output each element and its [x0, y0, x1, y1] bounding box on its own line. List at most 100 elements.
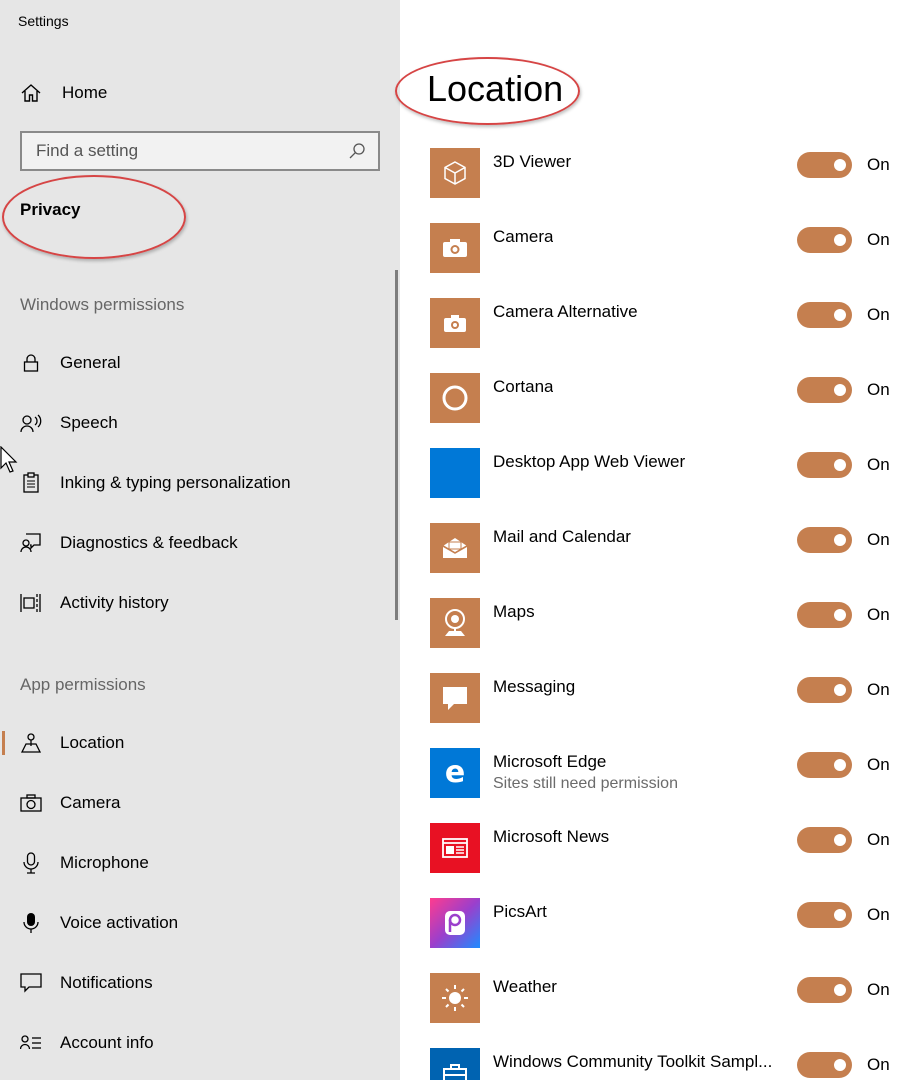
location-toggle[interactable] — [797, 377, 852, 403]
toggle-knob — [834, 759, 846, 771]
sidebar-item-label: Diagnostics & feedback — [60, 533, 238, 552]
app-name: Weather — [493, 977, 557, 996]
sidebar-item-diagnostics[interactable]: Diagnostics & feedback — [0, 523, 395, 563]
cortana-icon — [430, 373, 480, 423]
activity-icon — [20, 592, 42, 614]
windows-permissions-header: Windows permissions — [20, 295, 185, 314]
sidebar-item-voice-activation[interactable]: Voice activation — [0, 903, 395, 943]
sidebar-item-microphone[interactable]: Microphone — [0, 843, 395, 883]
sidebar-scrollbar[interactable] — [395, 270, 398, 620]
toggle-knob — [834, 534, 846, 546]
sidebar-item-label: Activity history — [60, 593, 169, 612]
sidebar-item-account-info[interactable]: Account info — [0, 1023, 395, 1063]
app-name: Camera — [493, 227, 554, 246]
toggle-state-label: On — [867, 380, 890, 399]
app-name: 3D Viewer — [493, 152, 572, 171]
home-icon — [21, 84, 41, 102]
camera-icon — [430, 223, 480, 273]
toggle-state-label: On — [867, 905, 890, 924]
3d-viewer-icon — [430, 148, 480, 198]
page-title: Location — [427, 68, 564, 109]
app-row-microsoft-edge: e Microsoft Edge Sites still need permis… — [430, 748, 900, 798]
edge-icon: e — [430, 748, 480, 798]
location-toggle[interactable] — [797, 527, 852, 553]
location-toggle[interactable] — [797, 902, 852, 928]
app-row-maps: Maps On — [430, 598, 900, 648]
toggle-state-label: On — [867, 830, 890, 849]
sidebar-item-activity-history[interactable]: Activity history — [0, 583, 395, 623]
app-name: Microsoft Edge — [493, 752, 607, 771]
clipboard-icon — [20, 472, 42, 494]
window-title: Settings — [18, 13, 69, 29]
location-icon — [20, 732, 42, 754]
location-toggle[interactable] — [797, 152, 852, 178]
home-nav-item[interactable]: Home — [20, 80, 107, 106]
app-subtitle: Sites still need permission — [493, 775, 678, 792]
search-box[interactable] — [20, 131, 380, 171]
home-label: Home — [62, 83, 108, 102]
search-icon[interactable] — [348, 142, 366, 160]
sidebar-item-notifications[interactable]: Notifications — [0, 963, 395, 1003]
sidebar-item-label: Account info — [60, 1033, 154, 1052]
sidebar-item-label: Voice activation — [60, 913, 179, 932]
toggle-knob — [834, 834, 846, 846]
sidebar-item-camera[interactable]: Camera — [0, 783, 395, 823]
toggle-state-label: On — [867, 605, 890, 624]
lock-icon — [20, 352, 42, 374]
toggle-state-label: On — [867, 455, 890, 474]
location-toggle[interactable] — [797, 752, 852, 778]
voice-activation-icon — [20, 912, 42, 934]
app-name: Windows Community Toolkit Sampl... — [493, 1052, 773, 1071]
picsart-icon — [430, 898, 480, 948]
app-row-camera-alternative: Camera Alternative On — [430, 298, 900, 348]
account-info-icon — [20, 1032, 42, 1054]
toggle-state-label: On — [867, 980, 890, 999]
sidebar-item-label: Camera — [60, 793, 121, 812]
speech-icon — [20, 412, 42, 434]
notifications-icon — [20, 972, 42, 994]
sidebar-item-inking-typing[interactable]: Inking & typing personalization — [0, 463, 395, 503]
sidebar-item-label: Microphone — [60, 853, 149, 872]
app-name: Microsoft News — [493, 827, 610, 846]
app-row-microsoft-news: Microsoft News On — [430, 823, 900, 873]
toolkit-icon — [430, 1048, 480, 1080]
sidebar-item-general[interactable]: General — [0, 343, 395, 383]
location-toggle[interactable] — [797, 677, 852, 703]
toggle-knob — [834, 909, 846, 921]
toggle-knob — [834, 459, 846, 471]
app-row-messaging: Messaging On — [430, 673, 900, 723]
app-row-cortana: Cortana On — [430, 373, 900, 423]
camera-icon — [20, 792, 42, 814]
location-toggle[interactable] — [797, 302, 852, 328]
toggle-knob — [834, 309, 846, 321]
app-row-mail-and-calendar: Mail and Calendar On — [430, 523, 900, 573]
app-row-picsart: PicsArt On — [430, 898, 900, 948]
app-name: Camera Alternative — [493, 302, 638, 321]
microphone-icon — [20, 852, 42, 874]
location-toggle[interactable] — [797, 227, 852, 253]
sidebar-item-speech[interactable]: Speech — [0, 403, 395, 443]
app-name: Mail and Calendar — [493, 527, 631, 546]
toggle-state-label: On — [867, 680, 890, 699]
toggle-knob — [834, 384, 846, 396]
app-name: Maps — [493, 602, 535, 621]
location-toggle[interactable] — [797, 1052, 852, 1078]
sidebar-item-label: Location — [60, 733, 125, 752]
location-toggle[interactable] — [797, 602, 852, 628]
app-name: Messaging — [493, 677, 576, 696]
toggle-knob — [834, 609, 846, 621]
blank-app-icon — [430, 448, 480, 498]
camera-icon — [430, 298, 480, 348]
toggle-knob — [834, 159, 846, 171]
app-row-windows-community-toolkit: Windows Community Toolkit Sampl... On — [430, 1048, 900, 1080]
sidebar-item-location[interactable]: Location — [0, 723, 395, 763]
sidebar: Settings Home Privacy Windows permission… — [0, 0, 400, 1080]
search-input[interactable] — [36, 141, 348, 161]
location-toggle[interactable] — [797, 827, 852, 853]
location-toggle[interactable] — [797, 977, 852, 1003]
messaging-icon — [430, 673, 480, 723]
location-toggle[interactable] — [797, 452, 852, 478]
app-row-weather: Weather On — [430, 973, 900, 1023]
section-title-privacy: Privacy — [20, 200, 81, 219]
toggle-knob — [834, 684, 846, 696]
